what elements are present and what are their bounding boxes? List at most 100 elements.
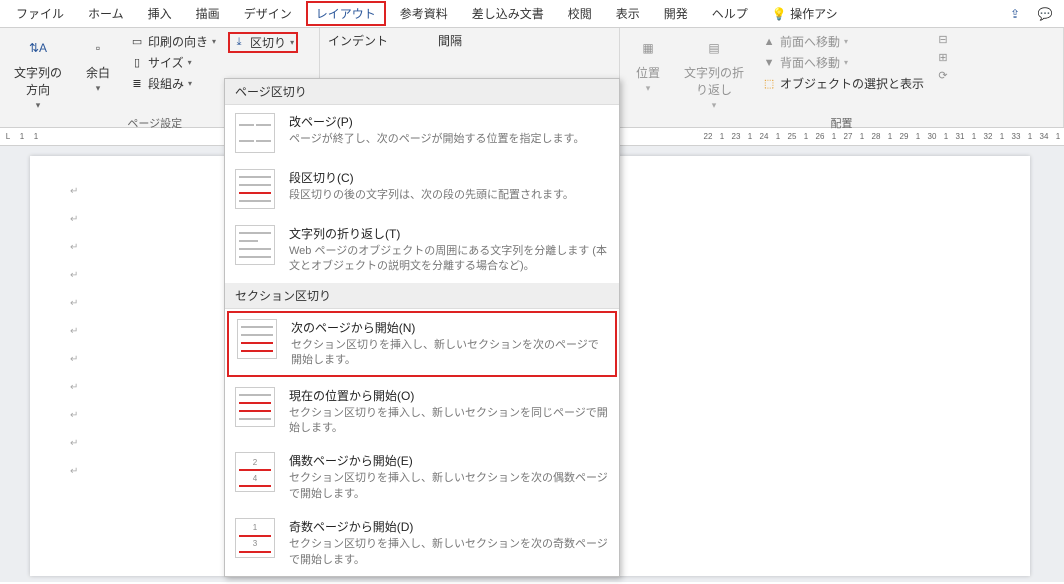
orientation-label: 印刷の向き	[148, 33, 208, 50]
menu-desc: ページが終了し、次のページが開始する位置を指定します。	[289, 132, 609, 147]
odd-page-icon: 13	[235, 518, 275, 558]
text-direction-button[interactable]: ⇅A 文字列の 方向 ▾	[8, 32, 68, 113]
position-icon: ▦	[634, 34, 662, 62]
tab-view[interactable]: 表示	[606, 1, 650, 26]
menu-item-continuous[interactable]: 現在の位置から開始(O) セクション区切りを挿入し、新しいセクションを同じページ…	[225, 379, 619, 445]
wrap-text-button[interactable]: ▤ 文字列の折 り返し ▾	[678, 32, 750, 113]
bring-forward-button[interactable]: ▲ 前面へ移動 ▾	[760, 32, 926, 51]
column-break-icon	[235, 169, 275, 209]
menu-item-page-break[interactable]: 改ページ(P) ページが終了し、次のページが開始する位置を指定します。	[225, 105, 619, 161]
group-arrange: ▦ 位置 ▾ ▤ 文字列の折 り返し ▾ ▲ 前面へ移動 ▾ ▼ 背面へ移動 ▾	[620, 28, 1064, 127]
tab-layout[interactable]: レイアウト	[306, 1, 386, 26]
menu-item-even-page[interactable]: 24 偶数ページから開始(E) セクション区切りを挿入し、新しいセクションを次の…	[225, 444, 619, 510]
chevron-down-icon: ▾	[712, 100, 717, 111]
tab-references[interactable]: 参考資料	[390, 1, 458, 26]
tell-me-label: 操作アシ	[790, 7, 838, 21]
menu-title: 現在の位置から開始(O)	[289, 387, 609, 404]
chevron-down-icon: ▾	[212, 37, 216, 46]
margins-label: 余白	[86, 64, 110, 81]
breaks-icon: ⤓	[232, 36, 246, 50]
rotate-icon[interactable]: ⟳	[936, 68, 950, 82]
breaks-dropdown-menu: ページ区切り 改ページ(P) ページが終了し、次のページが開始する位置を指定しま…	[224, 78, 620, 577]
position-label: 位置	[636, 64, 660, 81]
breaks-button[interactable]: ⤓ 区切り ▾	[228, 32, 298, 53]
page-break-icon	[235, 113, 275, 153]
share-button[interactable]: ⇪	[1002, 3, 1028, 25]
menu-title: 偶数ページから開始(E)	[289, 452, 609, 469]
columns-label: 段組み	[148, 75, 184, 92]
menu-title: 次のページから開始(N)	[291, 319, 607, 336]
columns-icon: ≣	[130, 77, 144, 91]
send-back-label: 背面へ移動	[780, 54, 840, 71]
bring-fwd-label: 前面へ移動	[780, 33, 840, 50]
margins-button[interactable]: ▫ 余白 ▾	[78, 32, 118, 113]
align-icon[interactable]: ⊟	[936, 32, 950, 46]
orientation-icon: ▭	[130, 35, 144, 49]
breaks-label: 区切り	[250, 34, 286, 51]
chevron-down-icon: ▾	[844, 58, 848, 67]
tab-mailings[interactable]: 差し込み文書	[462, 1, 554, 26]
menu-title: 奇数ページから開始(D)	[289, 518, 609, 535]
ribbon-tab-bar: ファイル ホーム 挿入 描画 デザイン レイアウト 参考資料 差し込み文書 校閲…	[0, 0, 1064, 28]
even-page-icon: 24	[235, 452, 275, 492]
menu-desc: セクション区切りを挿入し、新しいセクションを次の偶数ページで開始します。	[289, 471, 609, 502]
menu-desc: セクション区切りを挿入し、新しいセクションを同じページで開始します。	[289, 406, 609, 437]
chevron-down-icon: ▾	[188, 79, 192, 88]
next-page-icon	[237, 319, 277, 359]
tab-help[interactable]: ヘルプ	[702, 1, 758, 26]
menu-desc: 段区切りの後の文字列は、次の段の先頭に配置されます。	[289, 188, 609, 203]
menu-desc: Web ページのオブジェクトの周囲にある文字列を分離します (本文とオブジェクト…	[289, 244, 609, 275]
send-backward-button[interactable]: ▼ 背面へ移動 ▾	[760, 53, 926, 72]
indent-heading: インデント	[328, 32, 388, 49]
size-button[interactable]: ▯ サイズ ▾	[128, 53, 218, 72]
send-backward-icon: ▼	[762, 56, 776, 70]
menu-section-page-breaks: ページ区切り	[225, 79, 619, 105]
menu-item-next-page[interactable]: 次のページから開始(N) セクション区切りを挿入し、新しいセクションを次のページ…	[227, 311, 617, 377]
continuous-icon	[235, 387, 275, 427]
tab-developer[interactable]: 開発	[654, 1, 698, 26]
ribbon: ⇅A 文字列の 方向 ▾ ▫ 余白 ▾ ▭ 印刷の向き ▾ ▯ サイズ ▾	[0, 28, 1064, 128]
menu-desc: セクション区切りを挿入し、新しいセクションを次のページで開始します。	[291, 338, 607, 369]
text-direction-label: 文字列の 方向	[14, 64, 62, 98]
size-label: サイズ	[148, 54, 184, 71]
chevron-down-icon: ▾	[96, 83, 101, 94]
position-button[interactable]: ▦ 位置 ▾	[628, 32, 668, 113]
share-icon: ⇪	[1010, 7, 1020, 21]
menu-item-column-break[interactable]: 段区切り(C) 段区切りの後の文字列は、次の段の先頭に配置されます。	[225, 161, 619, 217]
size-icon: ▯	[130, 56, 144, 70]
menu-title: 改ページ(P)	[289, 113, 609, 130]
tab-insert[interactable]: 挿入	[138, 1, 182, 26]
text-wrapping-icon	[235, 225, 275, 265]
menu-item-text-wrapping-break[interactable]: 文字列の折り返し(T) Web ページのオブジェクトの周囲にある文字列を分離しま…	[225, 217, 619, 283]
tab-review[interactable]: 校閲	[558, 1, 602, 26]
tab-tell-me[interactable]: 💡 操作アシ	[762, 1, 848, 26]
chevron-down-icon: ▾	[646, 83, 651, 94]
menu-section-section-breaks: セクション区切り	[225, 283, 619, 309]
menu-item-odd-page[interactable]: 13 奇数ページから開始(D) セクション区切りを挿入し、新しいセクションを次の…	[225, 510, 619, 576]
group-objects-icon[interactable]: ⊞	[936, 50, 950, 64]
columns-button[interactable]: ≣ 段組み ▾	[128, 74, 218, 93]
chevron-down-icon: ▾	[844, 37, 848, 46]
chevron-down-icon: ▾	[188, 58, 192, 67]
selection-pane-button[interactable]: ⬚ オブジェクトの選択と表示	[760, 74, 926, 93]
orientation-button[interactable]: ▭ 印刷の向き ▾	[128, 32, 218, 51]
menu-desc: セクション区切りを挿入し、新しいセクションを次の奇数ページで開始します。	[289, 537, 609, 568]
comment-icon: 💬	[1038, 7, 1053, 21]
menu-title: 段区切り(C)	[289, 169, 609, 186]
margins-icon: ▫	[84, 34, 112, 62]
group-label-arrange: 配置	[628, 113, 1055, 131]
comments-button[interactable]: 💬	[1032, 3, 1058, 25]
selection-pane-label: オブジェクトの選択と表示	[780, 75, 924, 92]
tab-home[interactable]: ホーム	[78, 1, 134, 26]
wrap-icon: ▤	[700, 34, 728, 62]
tab-design[interactable]: デザイン	[234, 1, 302, 26]
chevron-down-icon: ▾	[36, 100, 41, 111]
chevron-down-icon: ▾	[290, 38, 294, 47]
selection-pane-icon: ⬚	[762, 77, 776, 91]
wrap-label: 文字列の折 り返し	[684, 64, 744, 98]
lightbulb-icon: 💡	[772, 7, 787, 21]
tab-draw[interactable]: 描画	[186, 1, 230, 26]
bring-forward-icon: ▲	[762, 35, 776, 49]
tab-file[interactable]: ファイル	[6, 1, 74, 26]
menu-title: 文字列の折り返し(T)	[289, 225, 609, 242]
